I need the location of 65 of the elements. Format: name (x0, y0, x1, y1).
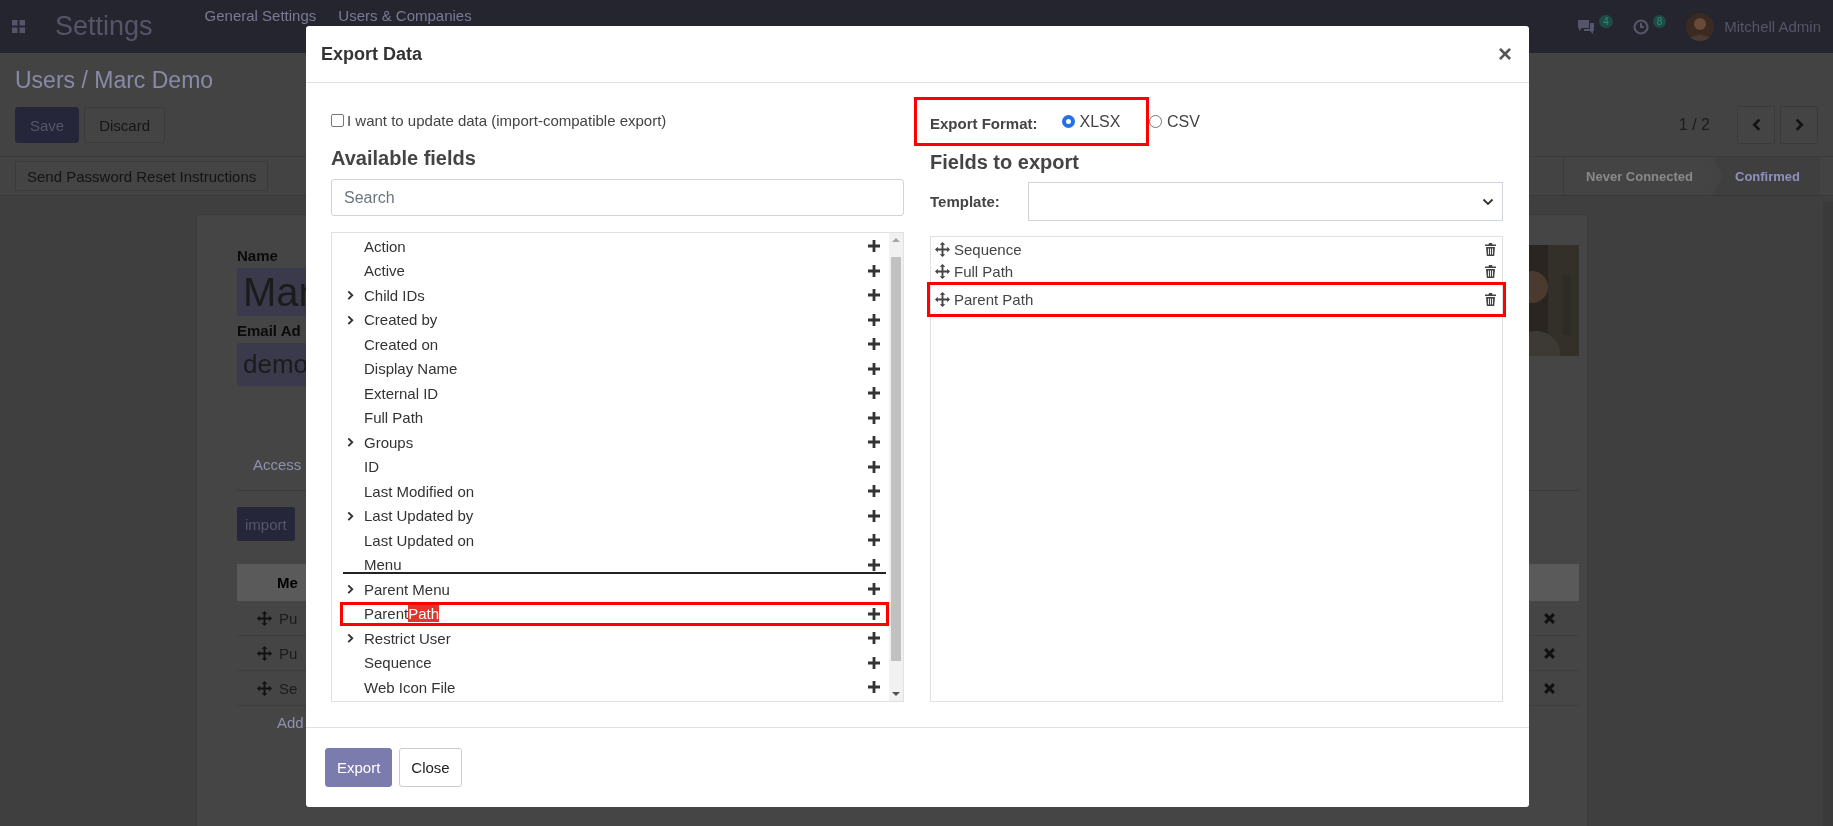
radio-option[interactable]: CSV (1149, 112, 1200, 131)
export-field-row[interactable]: Sequence (931, 238, 1502, 260)
field-row[interactable]: Menu (340, 552, 889, 577)
field-row[interactable]: Full Path (340, 405, 889, 430)
field-name: Last Modified on (364, 482, 475, 500)
field-name: Last Updated on (364, 531, 475, 549)
field-name: Parent Path (954, 291, 1034, 308)
field-row[interactable]: Child IDs (340, 283, 889, 308)
export-field-row[interactable]: Parent Path (927, 282, 1506, 317)
field-name: Parent (364, 605, 409, 623)
field-label: Name (237, 247, 278, 264)
field-row[interactable]: Sequence (340, 650, 889, 675)
search-field[interactable]: Search (331, 179, 904, 216)
field-name: Display Name (364, 360, 458, 378)
field-name: Created by (364, 311, 438, 329)
field-name: Active (364, 262, 405, 280)
field-row[interactable]: Display Name (340, 356, 889, 381)
nav-menu-item[interactable]: General Settings (204, 7, 317, 24)
field-row[interactable]: Restrict User (340, 626, 889, 651)
field-name: Groups (364, 433, 414, 451)
status-stage[interactable]: Confirmed (1713, 157, 1820, 195)
field-row[interactable]: Parent Menu (340, 577, 889, 602)
checkbox-label: I want to update data (import-compatible export) (347, 111, 667, 129)
radio-option[interactable]: XLSX (1061, 112, 1121, 131)
field-name: External ID (364, 384, 439, 402)
highlighted-text: Path (408, 605, 440, 623)
section-title: Fields to export (930, 150, 1080, 175)
dialog-title: Export Data (321, 43, 423, 65)
field-row[interactable]: Last Modified on (340, 479, 889, 504)
close-button[interactable]: Close (399, 748, 462, 787)
field-name: Sequence (364, 654, 432, 672)
field-name: Full Path (954, 262, 1014, 280)
field-name: Menu (364, 556, 402, 574)
close-button[interactable]: × (1498, 40, 1512, 68)
nav-menu-item[interactable]: Users & Companies (338, 7, 472, 24)
field-row[interactable]: Created by (340, 307, 889, 332)
field-row[interactable]: Active (340, 258, 889, 283)
export-field-row[interactable]: Full Path (931, 260, 1502, 282)
field-row[interactable]: ID (340, 454, 889, 479)
field-row[interactable]: Last Updated by (340, 503, 889, 528)
format-label: Export Format: (930, 115, 1038, 132)
section-title: Available fields (331, 146, 477, 171)
field-name: Sequence (954, 240, 1022, 258)
field-name: Created on (364, 335, 439, 353)
field-name: Full Path (364, 409, 424, 427)
activity-count: 8 (1652, 15, 1667, 28)
field-row[interactable]: Action (340, 234, 889, 259)
field-name: Web Icon File (364, 678, 456, 696)
field-name: ID (364, 458, 379, 476)
field-row[interactable]: ParentPath (340, 601, 889, 626)
template-label: Template: (930, 193, 1001, 210)
field-row[interactable]: Created on (340, 332, 889, 357)
message-count: 4 (1599, 15, 1613, 28)
field-name: Last Updated by (364, 507, 474, 525)
field-name: Child IDs (364, 286, 425, 304)
field-name: Action (364, 237, 406, 255)
field-label: Email Ad (237, 322, 301, 339)
field-row[interactable]: Last Updated on (340, 528, 889, 553)
field-name: Parent Menu (364, 580, 450, 598)
field-row[interactable]: Groups (340, 430, 889, 455)
field-row[interactable]: Web Icon File (340, 675, 889, 700)
field-row[interactable]: External ID (340, 381, 889, 406)
field-name: Restrict User (364, 629, 451, 647)
app-title: Settings (55, 11, 153, 42)
export-button[interactable]: Export (325, 748, 393, 787)
